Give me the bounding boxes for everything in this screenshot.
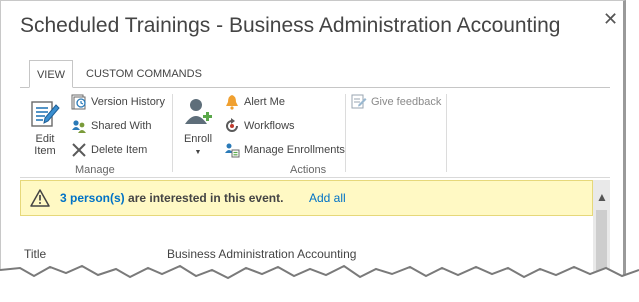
shared-with-button[interactable]: Shared With	[71, 116, 152, 136]
give-feedback-label: Give feedback	[371, 96, 442, 108]
torn-edge	[0, 264, 639, 302]
manage-enrollments-icon	[225, 143, 240, 158]
alert-me-button[interactable]: Alert Me	[224, 92, 285, 112]
close-icon[interactable]: ✕	[603, 9, 618, 30]
edit-item-label-2: Item	[34, 145, 56, 157]
enroll-button[interactable]: Enroll ▼	[181, 96, 215, 159]
interest-banner: 3 person(s) are interested in this event…	[20, 180, 593, 216]
title-field-label: Title	[24, 247, 47, 261]
alert-me-label: Alert Me	[244, 96, 285, 108]
banner-message: 3 person(s) are interested in this event…	[60, 191, 283, 205]
workflows-label: Workflows	[244, 120, 295, 132]
delete-item-label: Delete Item	[91, 144, 148, 156]
group-separator	[446, 94, 447, 172]
feedback-icon	[351, 94, 367, 109]
version-history-icon	[71, 94, 86, 110]
bell-icon	[226, 95, 238, 110]
delete-icon	[72, 143, 86, 157]
scroll-up-icon[interactable]: ▲	[596, 190, 608, 204]
enroll-label: Enroll	[183, 133, 213, 145]
manage-group-label: Manage	[75, 164, 115, 176]
enroll-dropdown-icon[interactable]: ▼	[181, 147, 215, 159]
delete-item-button[interactable]: Delete Item	[71, 140, 147, 160]
version-history-button[interactable]: Version History	[71, 92, 165, 112]
add-all-link[interactable]: Add all	[309, 191, 346, 205]
shared-with-icon	[72, 120, 86, 133]
version-history-label: Version History	[91, 96, 165, 108]
workflows-icon	[226, 118, 238, 132]
title-field-value: Business Administration Accounting	[167, 247, 357, 261]
dialog-title: Scheduled Trainings - Business Administr…	[20, 14, 561, 37]
manage-enrollments-button[interactable]: Manage Enrollments	[224, 140, 345, 160]
edit-item-icon	[31, 101, 60, 127]
tab-custom-commands[interactable]: CUSTOM COMMANDS	[86, 60, 202, 88]
manage-enrollments-label: Manage Enrollments	[244, 144, 345, 156]
shared-with-label: Shared With	[91, 120, 152, 132]
edit-item-button[interactable]: Edit Item	[28, 98, 62, 157]
actions-group-label: Actions	[290, 164, 327, 176]
enroll-icon	[185, 99, 212, 124]
group-separator	[345, 94, 346, 172]
edit-item-label-1: Edit	[35, 133, 55, 145]
interested-persons-link[interactable]: 3 person(s)	[60, 191, 125, 205]
warning-icon	[30, 189, 50, 207]
tab-view[interactable]: VIEW	[29, 60, 73, 88]
give-feedback-button[interactable]: Give feedback	[351, 92, 441, 112]
workflows-button[interactable]: Workflows	[224, 116, 295, 136]
group-separator	[172, 94, 173, 172]
banner-message-text: are interested in this event.	[124, 191, 284, 205]
